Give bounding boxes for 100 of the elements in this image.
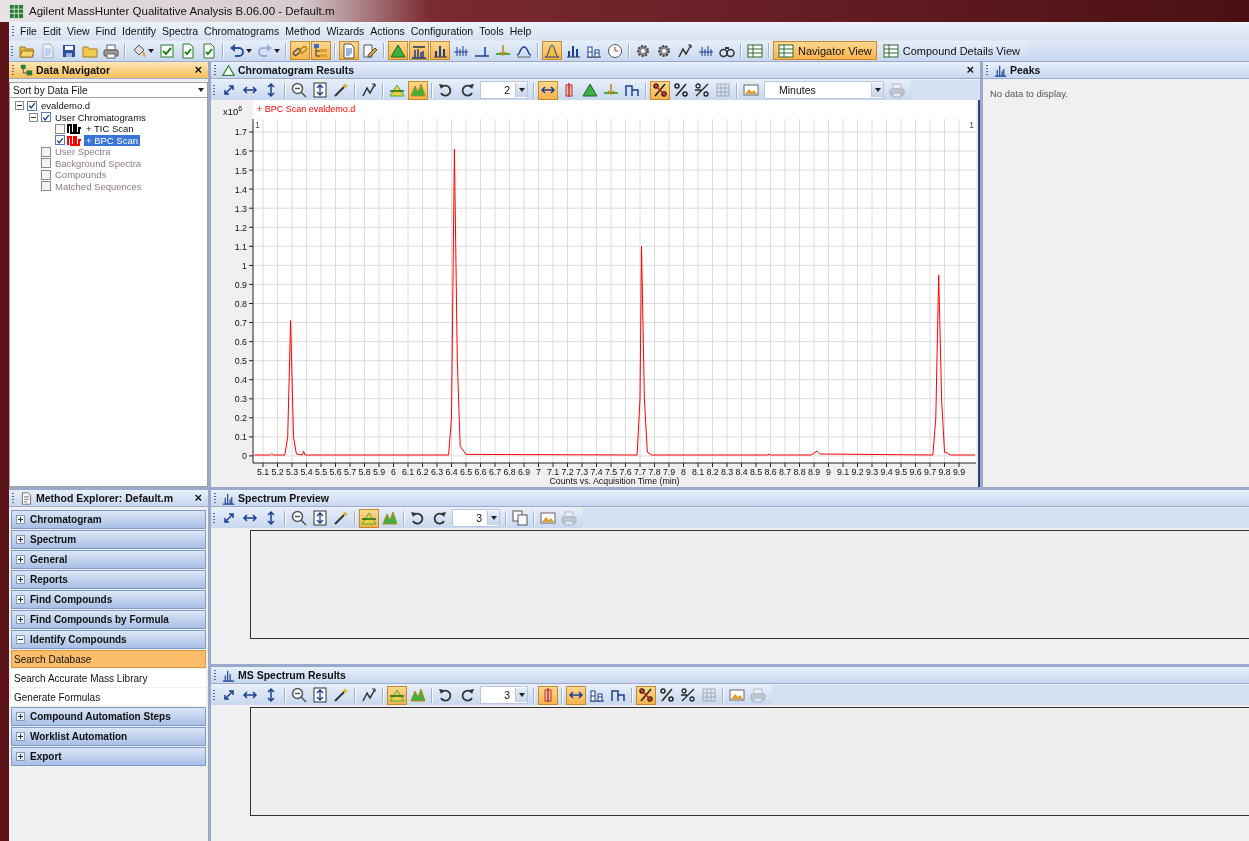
tick-label: 8.2: [706, 467, 719, 477]
menu-item[interactable]: Help: [506, 23, 535, 39]
tick-label: 8: [681, 467, 686, 477]
section-header[interactable]: Reports: [11, 570, 206, 589]
tick-label: 5.8: [358, 467, 371, 477]
tree-item[interactable]: User Chromatograms: [53, 111, 148, 123]
view-button[interactable]: Compound Details View: [877, 41, 1025, 60]
tick-label: 5.4: [300, 467, 313, 477]
list-item[interactable]: Generate Formulas: [11, 688, 206, 706]
tick-label: 0.5: [234, 356, 247, 367]
list-item[interactable]: Search Database: [11, 650, 206, 668]
tick-label: 7.3: [575, 467, 589, 477]
tick-label: 7: [536, 467, 541, 477]
close-button[interactable]: ×: [964, 63, 976, 77]
tick-label: 1.2: [234, 222, 247, 233]
tick-label: 8.7: [778, 467, 792, 477]
tick-label: 8.1: [691, 467, 705, 477]
tick-label: 7.8: [648, 467, 661, 477]
menu-item[interactable]: Configuration: [407, 23, 477, 39]
tick-label: 0.2: [234, 413, 247, 424]
tick-label: 5.1: [256, 467, 270, 477]
tick-label: 1.3: [234, 203, 247, 214]
scale-label: x10$^{6}$: [223, 105, 243, 118]
menu-item[interactable]: File: [17, 23, 40, 39]
dropdown[interactable]: 2: [480, 81, 528, 99]
tick-label: 8.3: [720, 467, 734, 477]
tick-label: 9.8: [938, 467, 951, 477]
tick-label: 6.6: [474, 467, 487, 477]
dropdown[interactable]: Minutes: [764, 81, 884, 99]
tick-label: 0.9: [234, 279, 247, 290]
section-header[interactable]: Chromatogram: [11, 510, 206, 529]
axis-title: Counts vs. Acquisition Time (min): [549, 476, 680, 486]
tick-label: 9.4: [880, 467, 893, 477]
tick-label: 6.1: [401, 467, 415, 477]
tick-label: 0.8: [234, 299, 247, 309]
tick-label: 9.6: [909, 467, 922, 477]
panel-number: 1: [969, 120, 974, 130]
tree-item[interactable]: + TIC Scan: [84, 123, 136, 135]
view-button[interactable]: Navigator View: [773, 41, 877, 60]
tick-label: 5.6: [329, 467, 342, 477]
section-header[interactable]: Worklist Automation: [11, 727, 206, 746]
menu-item[interactable]: Spectra: [158, 23, 202, 39]
tick-label: 9.1: [836, 467, 850, 477]
menu-item[interactable]: Tools: [476, 23, 507, 39]
tree-item[interactable]: + BPC Scan: [84, 134, 140, 146]
tick-label: 6: [391, 467, 396, 477]
tick-label: 8.9: [807, 467, 821, 477]
tick-label: 1: [242, 260, 247, 271]
pane-title: Data Navigator: [36, 64, 111, 76]
section-header[interactable]: Compound Automation Steps: [11, 707, 206, 726]
tick-label: 0.3: [234, 394, 247, 405]
tick-label: 6.5: [459, 467, 473, 477]
tick-label: 5.5: [314, 467, 328, 477]
empty-message: No data to display.: [990, 88, 1068, 99]
menu-item[interactable]: View: [64, 23, 93, 39]
section-header[interactable]: Spectrum: [11, 530, 206, 549]
tick-label: 7.7: [633, 467, 647, 477]
list-item[interactable]: Search Accurate Mass Library: [11, 669, 206, 687]
pane-title: Chromatogram Results: [238, 64, 355, 76]
menu-item[interactable]: Chromatograms: [201, 23, 283, 39]
section-header[interactable]: Export: [11, 747, 206, 766]
tree-item[interactable]: evaldemo.d: [39, 100, 93, 112]
pane-title: Method Explorer: Default.m: [36, 492, 174, 504]
pane-title: Peaks: [1010, 64, 1041, 76]
panel-number: 1: [255, 120, 260, 130]
menu-item[interactable]: Edit: [39, 23, 64, 39]
menu-item[interactable]: Method: [282, 23, 324, 39]
sort-dropdown[interactable]: Sort by Data File: [9, 82, 208, 98]
section-header[interactable]: Identify Compounds: [11, 630, 206, 649]
menu-item[interactable]: Actions: [367, 23, 408, 39]
tick-label: 9.7: [923, 467, 937, 477]
menu-item[interactable]: Wizards: [323, 23, 368, 39]
tick-label: 6.4: [445, 467, 458, 477]
tick-label: 6.8: [503, 467, 516, 477]
tick-label: 1.7: [234, 127, 247, 138]
tick-label: 8.5: [749, 467, 763, 477]
pane-title: MS Spectrum Results: [238, 669, 346, 681]
tick-label: 0.6: [234, 337, 247, 348]
window-title: Agilent MassHunter Qualitative Analysis B.06.00 - Default.m: [29, 5, 335, 17]
tick-label: 0: [242, 451, 247, 462]
tick-label: 8.8: [793, 467, 806, 477]
tick-label: 7.6: [619, 467, 632, 477]
tick-label: 0.4: [234, 375, 247, 386]
tick-label: 6.9: [517, 467, 531, 477]
section-header[interactable]: General: [11, 550, 206, 569]
tick-label: 0.1: [234, 432, 247, 443]
section-header[interactable]: Find Compounds: [11, 590, 206, 609]
tick-label: 9.9: [952, 467, 966, 477]
tick-label: 5.2: [271, 467, 284, 477]
tick-label: 9: [826, 467, 831, 477]
close-button[interactable]: ×: [192, 491, 204, 505]
dropdown[interactable]: 3: [480, 686, 528, 704]
menu-item[interactable]: Identify: [119, 23, 159, 39]
section-header[interactable]: Find Compounds by Formula: [11, 610, 206, 629]
menu-item[interactable]: Find: [92, 23, 120, 39]
dropdown[interactable]: 3: [452, 509, 500, 527]
tick-label: 6.3: [430, 467, 444, 477]
close-button[interactable]: ×: [192, 63, 204, 77]
tick-label: 9.3: [865, 467, 879, 477]
tick-label: 7.9: [662, 467, 676, 477]
